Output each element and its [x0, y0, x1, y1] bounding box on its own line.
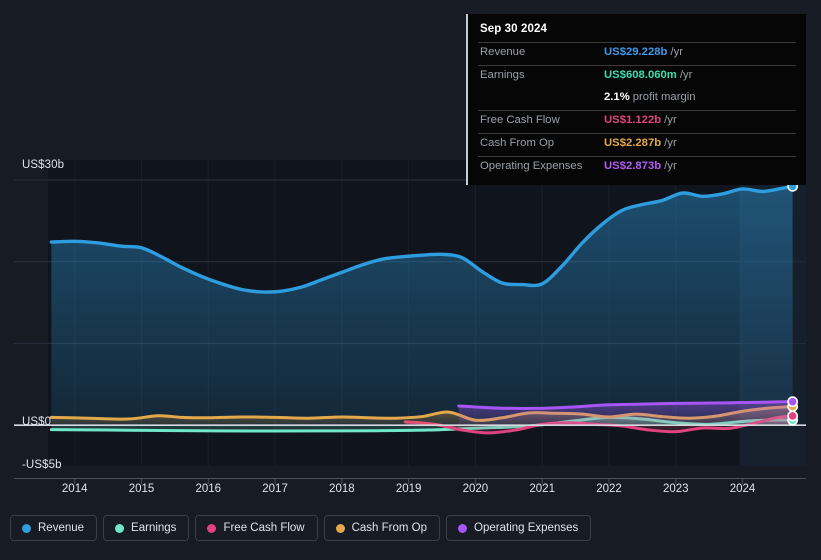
x-axis-tick-2021: 2021 [529, 483, 555, 495]
legend-item-revenue[interactable]: Revenue [10, 515, 98, 541]
legend-color-dot [115, 523, 125, 533]
tooltip-row-label: Operating Expenses [480, 160, 583, 172]
legend-item-label: Free Cash Flow [223, 522, 305, 534]
tooltip-row-value-wrap: 2.1% profit margin [604, 91, 696, 103]
tooltip-row-value: US$608.060m [604, 69, 677, 81]
x-axis: 2014 2015 2016 2017 2018 2019 2020 2021 2022 2023… [0, 478, 821, 502]
tooltip-row-label: Cash From Op [480, 137, 555, 149]
x-axis-tick-2016: 2016 [195, 483, 222, 495]
tooltip-row: Earnings US$608.060m/yr [478, 65, 796, 88]
x-axis-tick-2020: 2020 [462, 483, 489, 495]
tooltip-row-suffix: /yr [664, 137, 677, 149]
tooltip-row-suffix: /yr [679, 69, 693, 81]
tooltip-row-value: 2.1% [604, 91, 630, 103]
tooltip-row-value-wrap: US$608.060m/yr [604, 69, 692, 81]
tooltip-row-value-wrap: US$2.287b/yr [604, 137, 677, 149]
x-axis-tick-2023: 2023 [662, 483, 689, 495]
tooltip-row-value: US$2.873b [604, 160, 662, 172]
tooltip-row-value: US$29.228b [604, 46, 668, 58]
tooltip-row-value-wrap: US$29.228b/yr [604, 46, 683, 58]
endpoint-marker-free-cash-flow [787, 410, 799, 422]
tooltip-row: Operating Expenses US$2.873b/yr [478, 156, 796, 179]
x-axis-tick-2019: 2019 [395, 483, 422, 495]
legend-item-label: Earnings [131, 522, 177, 534]
legend-color-dot [458, 523, 468, 533]
tooltip-row-value-wrap: US$2.873b/yr [604, 160, 677, 172]
legend-item-label: Operating Expenses [474, 522, 579, 534]
x-axis-tick-2022: 2022 [596, 483, 622, 495]
tooltip-row-value: US$2.287b [604, 137, 662, 149]
x-axis-tick-2024: 2024 [729, 483, 756, 495]
tooltip-row-suffix: /yr [664, 160, 677, 172]
tooltip-row-label: Free Cash Flow [480, 114, 560, 126]
tooltip-row-label: Earnings [480, 69, 525, 81]
tooltip-row: Revenue US$29.228b/yr [478, 42, 796, 65]
tooltip-row-suffix: profit margin [632, 91, 696, 103]
tooltip-row: 2.1% profit margin [478, 88, 796, 110]
legend-item-label: Revenue [38, 522, 85, 534]
legend-color-dot [22, 523, 31, 533]
legend-item-cash-from-op[interactable]: Cash From Op [323, 515, 441, 541]
tooltip-date: Sep 30 2024 [480, 23, 547, 35]
endpoint-marker-operating-expenses [787, 396, 799, 408]
x-axis-tick-2017: 2017 [262, 483, 288, 495]
legend-item-free-cash-flow[interactable]: Free Cash Flow [195, 515, 318, 541]
legend-item-earnings[interactable]: Earnings [103, 515, 190, 541]
legend-item-label: Cash From Op [351, 522, 428, 534]
financial-performance-chart: US$30b US$0 -US$5b 2014 2015 2016 2017 2018 2… [0, 0, 821, 560]
data-tooltip: Sep 30 2024 Revenue US$29.228b/yr Earnings… [466, 14, 806, 185]
tooltip-row: Free Cash Flow US$1.122b/yr [478, 110, 796, 133]
legend-item-operating-expenses[interactable]: Operating Expenses [446, 515, 592, 541]
x-axis-tick-2014: 2014 [61, 483, 88, 495]
x-axis-tick-2018: 2018 [329, 483, 355, 495]
tooltip-row-suffix: /yr [664, 114, 677, 126]
x-axis-tick-2015: 2015 [128, 483, 155, 495]
legend-color-dot [207, 523, 217, 533]
tooltip-row-label: Revenue [480, 46, 526, 58]
tooltip-row-value-wrap: US$1.122b/yr [604, 114, 677, 126]
tooltip-row: Cash From Op US$2.287b/yr [478, 133, 796, 156]
legend-color-dot [335, 523, 345, 533]
tooltip-row-value: US$1.122b [604, 114, 662, 126]
tooltip-row-suffix: /yr [670, 46, 683, 58]
chart-legend[interactable]: Revenue Earnings Free Cash Flow Cash From O… [10, 515, 592, 541]
tooltip-rows: Revenue US$29.228b/yr Earnings US$608.060m /… [478, 42, 796, 179]
